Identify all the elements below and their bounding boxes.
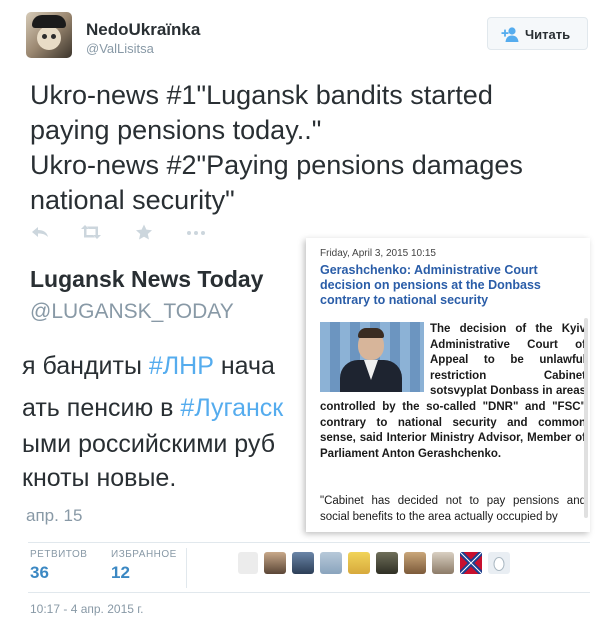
favoriter-avatar[interactable]: [238, 552, 258, 574]
follow-button[interactable]: Читать: [487, 17, 588, 50]
article-date: Friday, April 3, 2015 10:15: [320, 248, 436, 259]
embedded-hashtag: #ЛНР: [148, 352, 214, 380]
embedded-date: апр. 15: [26, 506, 83, 525]
tweet-text-line: paying pensions today..": [30, 115, 322, 145]
retweets-count[interactable]: 36: [30, 563, 49, 583]
favoriter-avatar[interactable]: [264, 552, 286, 574]
add-user-icon: [501, 27, 519, 42]
embedded-tweet-image[interactable]: Lugansk News Today @LUGANSK_TODAY я банд…: [0, 248, 312, 543]
embedded-hashtag: #Луганск: [180, 394, 284, 422]
embedded-account-name: Lugansk News Today: [30, 266, 264, 292]
favoriter-avatar[interactable]: [348, 552, 370, 574]
embedded-text: нача: [213, 352, 275, 380]
avatar-eye-right: [51, 34, 56, 39]
tweet-text-line: Ukro-news #2"Paying pensions damages: [30, 150, 523, 180]
tweet-text-line: Ukro-news #1"Lugansk bandits started: [30, 80, 493, 110]
user-avatar[interactable]: [26, 12, 72, 58]
article-scrollbar: [584, 318, 588, 518]
user-handle[interactable]: @ValLisitsa: [86, 41, 154, 56]
news-article-image[interactable]: Friday, April 3, 2015 10:15 Gerashchenko…: [306, 238, 590, 532]
retweets-label: РЕТВИТОВ: [30, 549, 88, 560]
article-photo: [320, 322, 424, 392]
embedded-text-line: я бандиты #ЛНР нача: [22, 352, 275, 381]
favoriter-avatar[interactable]: [404, 552, 426, 574]
avatar-hat: [32, 15, 66, 28]
avatar-eye-left: [42, 34, 47, 39]
user-display-name[interactable]: NedoUkraïnka: [86, 20, 200, 40]
retweet-icon[interactable]: [80, 224, 102, 240]
tweet-text: Ukro-news #1"Lugansk bandits started pay…: [30, 78, 590, 218]
favorite-icon[interactable]: [133, 224, 155, 240]
tweet-text-line: national security": [30, 185, 235, 215]
novorossiya-flag-icon: [458, 550, 484, 576]
favorites-label: ИЗБРАННОЕ: [111, 549, 177, 560]
article-title: Gerashchenko: Administrative Court decis…: [320, 263, 541, 307]
favoriter-avatar[interactable]: [458, 550, 484, 576]
article-quote: "Cabinet has decided not to pay pensions…: [320, 495, 586, 523]
photo-hair: [358, 328, 384, 338]
tweet-timestamp[interactable]: 10:17 - 4 апр. 2015 г.: [30, 602, 144, 616]
embedded-text: я бандиты: [22, 352, 149, 380]
avatar-face: [37, 26, 61, 50]
stats-separator: [186, 548, 187, 588]
embedded-text: ать пенсию в: [22, 394, 181, 422]
reply-icon[interactable]: [30, 224, 52, 240]
embedded-account-handle: @LUGANSK_TODAY: [30, 300, 234, 323]
favoriter-avatar[interactable]: [320, 552, 342, 574]
embedded-text-line: ать пенсию в #Луганск: [22, 394, 283, 423]
follow-button-label: Читать: [525, 27, 571, 42]
more-icon[interactable]: [185, 224, 207, 240]
tweet-header: NedoUkraïnka @ValLisitsa Читать: [0, 0, 612, 72]
favoriter-avatar[interactable]: [376, 552, 398, 574]
favoriter-avatar[interactable]: [488, 552, 510, 574]
favoriter-avatar[interactable]: [292, 552, 314, 574]
divider: [28, 592, 590, 593]
divider: [28, 542, 590, 543]
favorites-count[interactable]: 12: [111, 563, 130, 583]
embedded-text-line: кноты новые.: [22, 464, 177, 492]
egg-avatar-icon: [493, 557, 505, 571]
favoriter-avatar[interactable]: [432, 552, 454, 574]
embedded-text-line: ыми российскими руб: [22, 430, 276, 458]
